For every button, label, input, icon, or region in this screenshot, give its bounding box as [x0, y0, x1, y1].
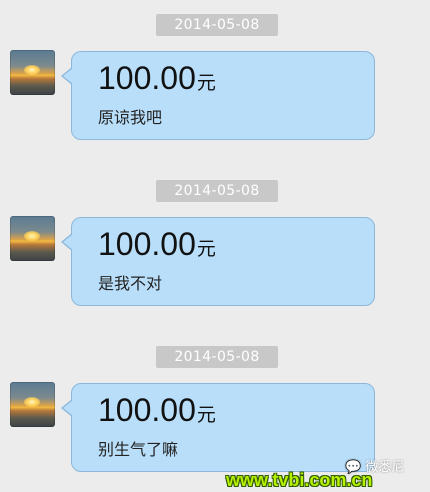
currency-unit: 元 [196, 404, 216, 426]
transfer-bubble[interactable]: 100.00元 是我不对 [61, 217, 375, 306]
avatar[interactable] [10, 216, 55, 261]
currency-unit: 元 [196, 72, 216, 94]
date-chip: 2014-05-08 [156, 180, 278, 202]
watermark-url: www.tvbi.com.cn [226, 470, 373, 490]
transfer-amount: 100.00 [98, 226, 196, 262]
sun-icon [24, 231, 40, 241]
transfer-amount: 100.00 [98, 392, 196, 428]
currency-unit: 元 [196, 238, 216, 260]
avatar[interactable] [10, 382, 55, 427]
sun-icon [24, 397, 40, 407]
transfer-note: 原谅我吧 [98, 108, 163, 127]
date-chip: 2014-05-08 [156, 346, 278, 368]
transfer-note: 别生气了嘛 [98, 440, 179, 459]
avatar[interactable] [10, 50, 55, 95]
transfer-note: 是我不对 [98, 274, 163, 293]
amount-row: 100.00元 [98, 60, 216, 97]
transfer-amount: 100.00 [98, 60, 196, 96]
transfer-bubble[interactable]: 100.00元 别生气了嘛 [61, 383, 375, 472]
sun-icon [24, 65, 40, 75]
amount-row: 100.00元 [98, 392, 216, 429]
amount-row: 100.00元 [98, 226, 216, 263]
transfer-bubble[interactable]: 100.00元 原谅我吧 [61, 51, 375, 140]
date-chip: 2014-05-08 [156, 14, 278, 36]
